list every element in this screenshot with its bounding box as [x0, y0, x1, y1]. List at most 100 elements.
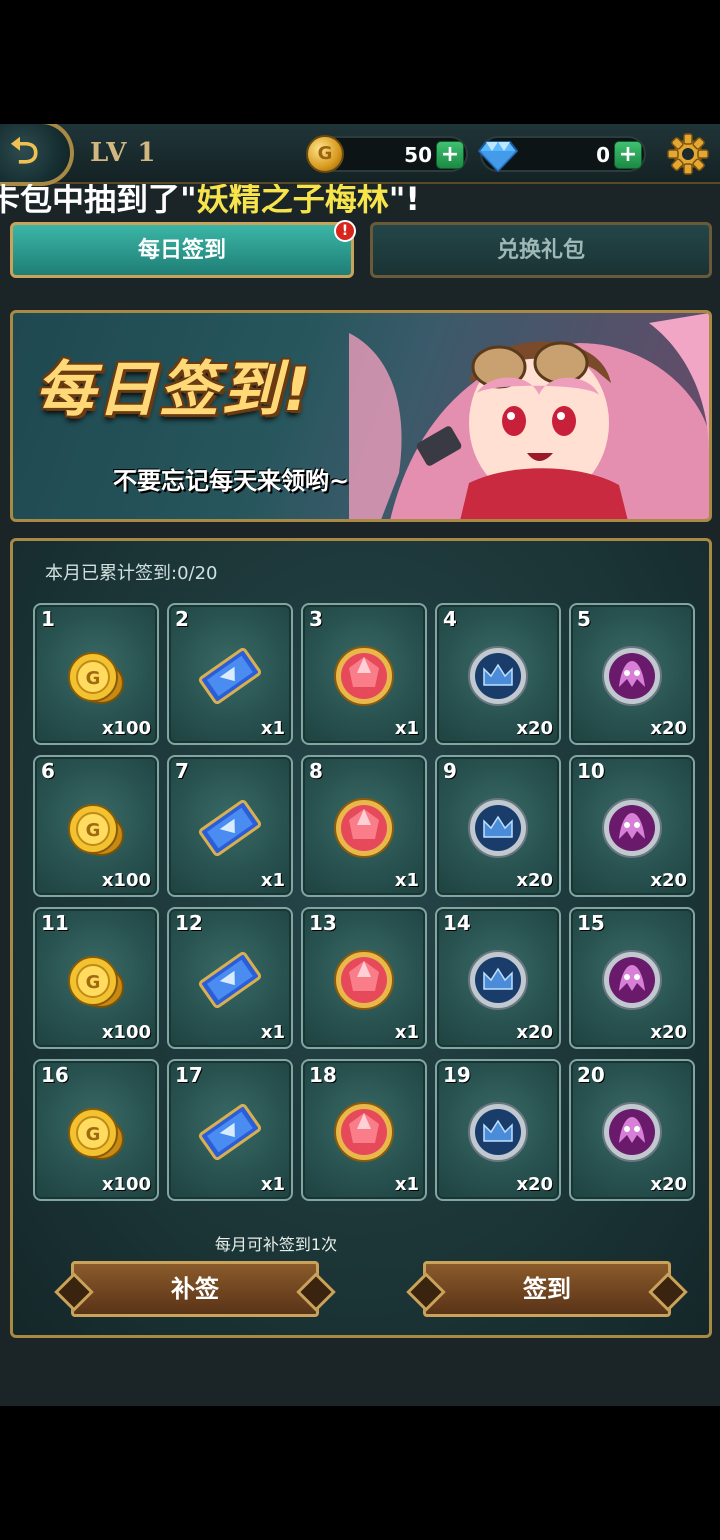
reward-quantity: x1 [260, 1022, 285, 1043]
settings-gear-icon[interactable] [666, 132, 710, 176]
reward-cell-day-8[interactable]: 8 x1 [301, 755, 427, 897]
purple-orb-icon [599, 1099, 665, 1165]
reward-cell-day-2[interactable]: 2 x1 [167, 603, 293, 745]
red-gem-icon [331, 795, 397, 861]
reward-day-number: 10 [577, 759, 605, 783]
reward-quantity: x1 [394, 1174, 419, 1195]
reward-day-number: 2 [175, 607, 189, 631]
reward-cell-day-14[interactable]: 14 x20 [435, 907, 561, 1049]
ticket-icon [197, 1099, 263, 1165]
reward-quantity: x20 [650, 870, 687, 891]
reward-cell-day-5[interactable]: 5 x20 [569, 603, 695, 745]
reward-cell-day-7[interactable]: 7 x1 [167, 755, 293, 897]
reward-day-number: 8 [309, 759, 323, 783]
ticker-card-name: 妖精之子梅林 [196, 184, 389, 218]
reward-cell-day-1[interactable]: 1 Gx100 [33, 603, 159, 745]
reward-day-number: 6 [41, 759, 55, 783]
reward-cell-day-18[interactable]: 18 x1 [301, 1059, 427, 1201]
reward-cell-day-10[interactable]: 10 x20 [569, 755, 695, 897]
reward-cell-day-4[interactable]: 4 x20 [435, 603, 561, 745]
ticket-icon [197, 947, 263, 1013]
reward-cell-day-3[interactable]: 3 x1 [301, 603, 427, 745]
top-bar: ⮌ LV 1 50 + 0 + [0, 124, 720, 186]
banner-title: 每日签到! [35, 355, 313, 425]
reward-cell-day-16[interactable]: 16 Gx100 [33, 1059, 159, 1201]
reward-cell-day-12[interactable]: 12 x1 [167, 907, 293, 1049]
reward-quantity: x20 [516, 1022, 553, 1043]
add-diamond-button[interactable]: + [614, 141, 642, 169]
signin-button[interactable]: 签到 [423, 1261, 671, 1317]
reward-day-number: 19 [443, 1063, 471, 1087]
red-gem-icon [331, 947, 397, 1013]
ticker-suffix: "! [388, 184, 420, 218]
reward-quantity: x100 [101, 718, 151, 739]
back-arrow-icon: ⮌ [10, 131, 39, 172]
gold-coins-icon: G [63, 643, 129, 709]
reward-cell-day-13[interactable]: 13 x1 [301, 907, 427, 1049]
reward-cell-day-20[interactable]: 20 x20 [569, 1059, 695, 1201]
reward-day-number: 20 [577, 1063, 605, 1087]
reward-quantity: x1 [394, 870, 419, 891]
announcement-ticker: 卡包中抽到了"妖精之子梅林"! [0, 184, 720, 222]
reward-cell-day-11[interactable]: 11 Gx100 [33, 907, 159, 1049]
signin-panel: 本月已累计签到:0/20 1 Gx100 2 x1 3 x1 4 x20 5 x20 6 Gx100 7… [10, 538, 712, 1338]
gold-counter: 50 + [306, 135, 468, 173]
ticket-icon [197, 795, 263, 861]
reward-quantity: x20 [516, 718, 553, 739]
ticker-prefix: 卡包中抽到了" [0, 184, 197, 218]
red-gem-icon [331, 1099, 397, 1165]
tab-redeem-gift[interactable]: 兑换礼包 [370, 222, 712, 278]
reward-quantity: x100 [101, 870, 151, 891]
reward-quantity: x1 [394, 1022, 419, 1043]
notification-badge: ! [334, 220, 356, 242]
reward-cell-day-17[interactable]: 17 x1 [167, 1059, 293, 1201]
add-gold-button[interactable]: + [436, 141, 464, 169]
reward-day-number: 5 [577, 607, 591, 631]
reward-day-number: 16 [41, 1063, 69, 1087]
reward-day-number: 9 [443, 759, 457, 783]
reward-day-number: 11 [41, 911, 69, 935]
reward-grid: 1 Gx100 2 x1 3 x1 4 x20 5 x20 6 Gx100 7 x1 8 x1 9 x20 10 x2… [33, 603, 695, 1201]
reward-cell-day-6[interactable]: 6 Gx100 [33, 755, 159, 897]
player-level: LV 1 [90, 138, 157, 168]
purple-orb-icon [599, 947, 665, 1013]
svg-text:G: G [86, 972, 101, 993]
gold-coins-icon: G [63, 947, 129, 1013]
banner-subtitle: 不要忘记每天来领哟~ [113, 467, 350, 495]
blue-crown-orb-icon [465, 1099, 531, 1165]
reward-quantity: x1 [260, 718, 285, 739]
gold-amount: 50 [404, 143, 432, 167]
back-button[interactable]: ⮌ [0, 124, 74, 186]
blue-crown-orb-icon [465, 795, 531, 861]
diamond-counter: 0 + [478, 136, 646, 172]
svg-text:G: G [86, 668, 101, 689]
reward-quantity: x20 [650, 1174, 687, 1195]
monthly-signin-progress: 本月已累计签到:0/20 [45, 563, 218, 584]
reward-quantity: x100 [101, 1022, 151, 1043]
reward-quantity: x20 [516, 1174, 553, 1195]
makeup-rule-text: 每月可补签到1次 [214, 1235, 338, 1254]
reward-day-number: 18 [309, 1063, 337, 1087]
reward-quantity: x20 [516, 870, 553, 891]
purple-orb-icon [599, 795, 665, 861]
gold-coins-icon: G [63, 795, 129, 861]
reward-day-number: 7 [175, 759, 189, 783]
tab-daily-signin[interactable]: 每日签到 [10, 222, 354, 278]
reward-cell-day-19[interactable]: 19 x20 [435, 1059, 561, 1201]
daily-signin-screen: ⮌ LV 1 50 + 0 + [0, 124, 720, 1406]
reward-cell-day-9[interactable]: 9 x20 [435, 755, 561, 897]
reward-quantity: x20 [650, 718, 687, 739]
svg-text:G: G [86, 1124, 101, 1145]
reward-cell-day-15[interactable]: 15 x20 [569, 907, 695, 1049]
reward-day-number: 13 [309, 911, 337, 935]
reward-day-number: 1 [41, 607, 55, 631]
reward-quantity: x100 [101, 1174, 151, 1195]
reward-quantity: x1 [260, 1174, 285, 1195]
reward-day-number: 15 [577, 911, 605, 935]
anime-girl-illustration [349, 313, 709, 519]
reward-quantity: x1 [260, 870, 285, 891]
reward-quantity: x1 [394, 718, 419, 739]
blue-crown-orb-icon [465, 643, 531, 709]
makeup-signin-button[interactable]: 补签 [71, 1261, 319, 1317]
reward-day-number: 14 [443, 911, 471, 935]
